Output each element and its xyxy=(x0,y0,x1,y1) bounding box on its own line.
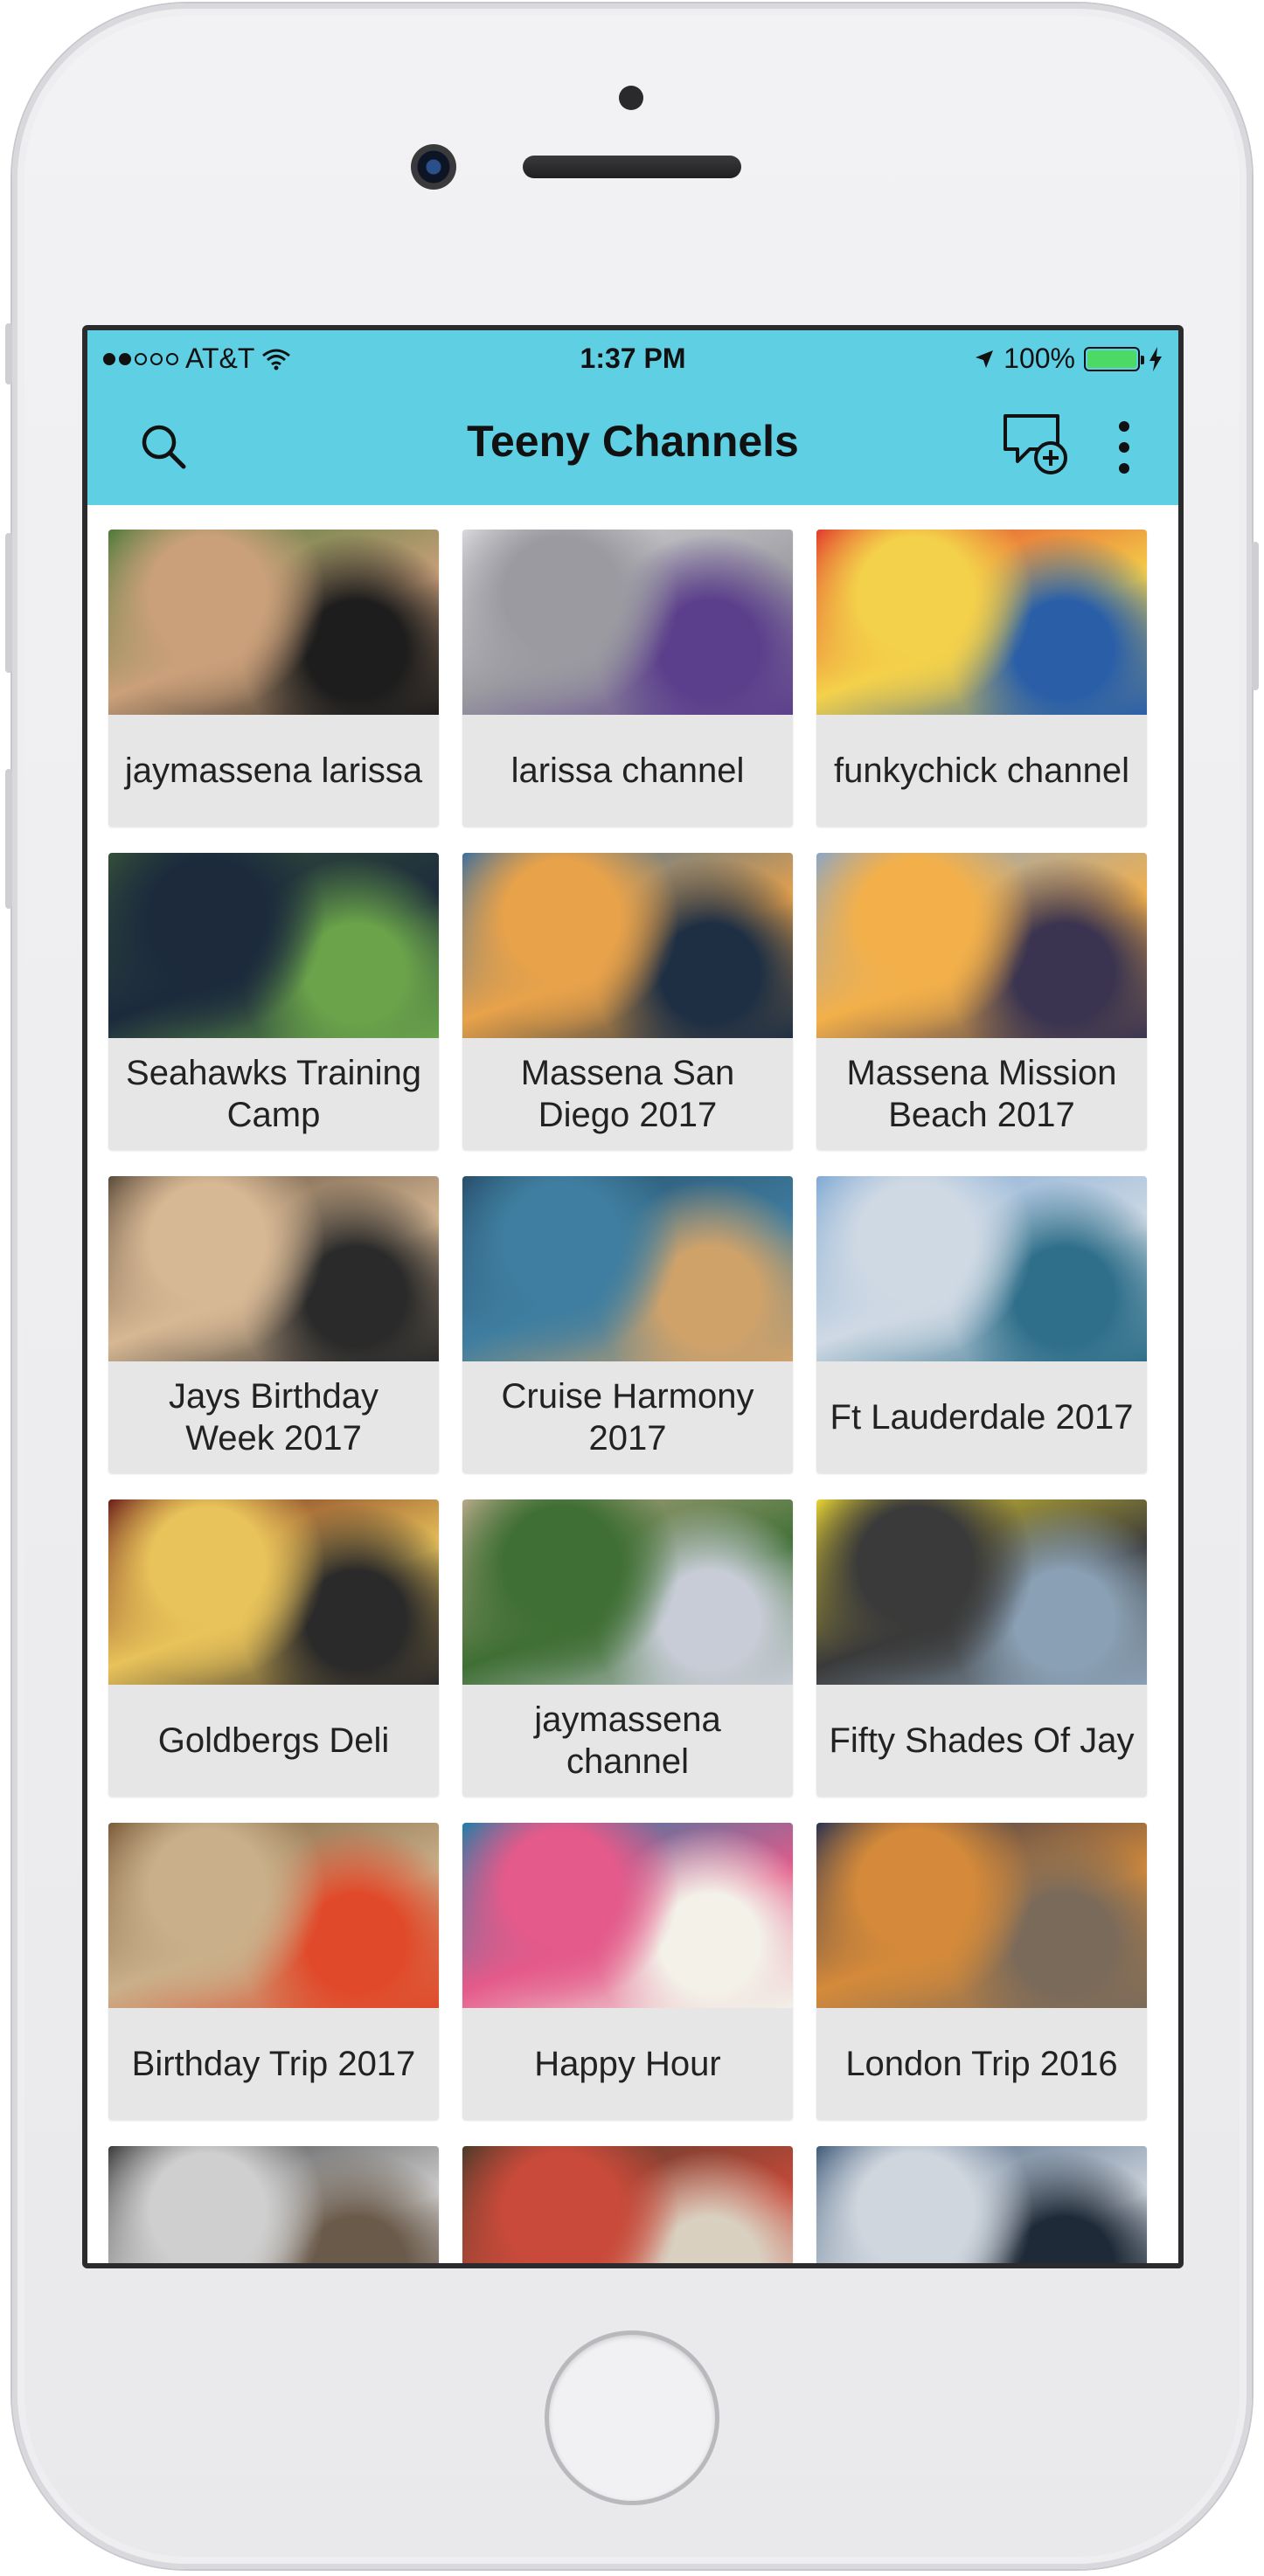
channel-label: jaymassena channel xyxy=(534,1700,721,1781)
channel-thumbnail xyxy=(462,1176,793,1361)
location-arrow-icon xyxy=(976,350,994,368)
channel-tile[interactable]: Happy Hour xyxy=(462,1823,793,2120)
channel-label: Massena Mission Beach 2017 xyxy=(846,1054,1117,1134)
channel-thumbnail xyxy=(816,2146,1147,2263)
front-camera xyxy=(411,144,456,190)
channel-label: funkychick channel xyxy=(834,751,1129,790)
channel-tile[interactable]: London Trip 2016 xyxy=(816,1823,1147,2120)
nav-bar: Teeny Channels xyxy=(87,386,1178,505)
channel-tile[interactable]: Ft Lauderdale 2017 xyxy=(816,1176,1147,1473)
new-channel-button[interactable] xyxy=(997,405,1075,484)
battery-icon xyxy=(1084,346,1144,371)
channel-tile[interactable]: Jays Birthday Week 2017 xyxy=(108,1176,439,1473)
channel-thumbnail xyxy=(462,1823,793,2008)
channel-tile[interactable]: Seahawks Training Camp xyxy=(108,853,439,1150)
channel-tile[interactable] xyxy=(108,2146,439,2263)
more-options-button[interactable] xyxy=(1093,416,1156,479)
channel-thumbnail xyxy=(816,530,1147,715)
channel-thumbnail xyxy=(816,1823,1147,2008)
channel-tile[interactable]: jaymassena larissa xyxy=(108,530,439,827)
volume-down-button xyxy=(5,769,12,909)
channel-tile[interactable]: Fifty Shades Of Jay xyxy=(816,1499,1147,1797)
home-button[interactable] xyxy=(549,2335,715,2501)
channel-label: London Trip 2016 xyxy=(845,2045,1118,2083)
channel-tile[interactable]: Massena Mission Beach 2017 xyxy=(816,853,1147,1150)
channel-label: Fifty Shades Of Jay xyxy=(829,1721,1135,1760)
status-right: 100% xyxy=(974,343,1163,375)
channel-label: Birthday Trip 2017 xyxy=(131,2045,416,2083)
mute-switch xyxy=(5,323,12,384)
channel-tile[interactable]: larissa channel xyxy=(462,530,793,827)
proximity-sensor xyxy=(619,86,643,110)
channel-thumbnail xyxy=(462,2146,793,2263)
channel-label: Seahawks Training Camp xyxy=(126,1054,421,1134)
channel-tile[interactable]: Cruise Harmony 2017 xyxy=(462,1176,793,1473)
app-header: AT&T 1:37 PM 100% Teeny Channels xyxy=(87,330,1178,505)
channel-tile[interactable] xyxy=(462,2146,793,2263)
channel-thumbnail xyxy=(108,1823,439,2008)
app-screen: AT&T 1:37 PM 100% Teeny Channels jaymass… xyxy=(82,325,1184,2268)
more-vertical-icon xyxy=(1119,421,1129,474)
channel-label: Cruise Harmony 2017 xyxy=(501,1377,754,1458)
channel-thumbnail xyxy=(462,853,793,1038)
channel-label: Jays Birthday Week 2017 xyxy=(168,1377,379,1458)
channel-tile[interactable]: Massena San Diego 2017 xyxy=(462,853,793,1150)
channel-thumbnail xyxy=(462,1499,793,1685)
channel-thumbnail xyxy=(108,853,439,1038)
channel-thumbnail xyxy=(816,1176,1147,1361)
channel-thumbnail xyxy=(108,1176,439,1361)
charging-bolt-icon xyxy=(1149,346,1162,371)
status-bar: AT&T 1:37 PM 100% xyxy=(87,330,1178,386)
power-button xyxy=(1252,542,1259,690)
channel-label: Ft Lauderdale 2017 xyxy=(830,1398,1134,1437)
channel-grid: jaymassena larissa larissa channel funkych… xyxy=(108,530,1157,2263)
channel-tile[interactable]: Birthday Trip 2017 xyxy=(108,1823,439,2120)
channel-tile[interactable]: jaymassena channel xyxy=(462,1499,793,1797)
channel-tile[interactable]: funkychick channel xyxy=(816,530,1147,827)
channel-thumbnail xyxy=(816,1499,1147,1685)
channel-label: Massena San Diego 2017 xyxy=(520,1054,735,1134)
new-channel-icon xyxy=(1004,414,1067,474)
channel-thumbnail xyxy=(108,530,439,715)
channel-label: larissa channel xyxy=(510,751,745,790)
earpiece-speaker xyxy=(523,156,741,178)
channel-thumbnail xyxy=(108,2146,439,2263)
battery-percent: 100% xyxy=(1004,343,1075,374)
volume-up-button xyxy=(5,533,12,673)
channel-thumbnail xyxy=(462,530,793,715)
channel-label: jaymassena larissa xyxy=(124,751,423,790)
channel-label: Goldbergs Deli xyxy=(157,1721,390,1760)
channel-label: Happy Hour xyxy=(534,2045,721,2083)
channel-thumbnail xyxy=(816,853,1147,1038)
channel-tile[interactable] xyxy=(816,2146,1147,2263)
channel-thumbnail xyxy=(108,1499,439,1685)
channel-tile[interactable]: Goldbergs Deli xyxy=(108,1499,439,1797)
